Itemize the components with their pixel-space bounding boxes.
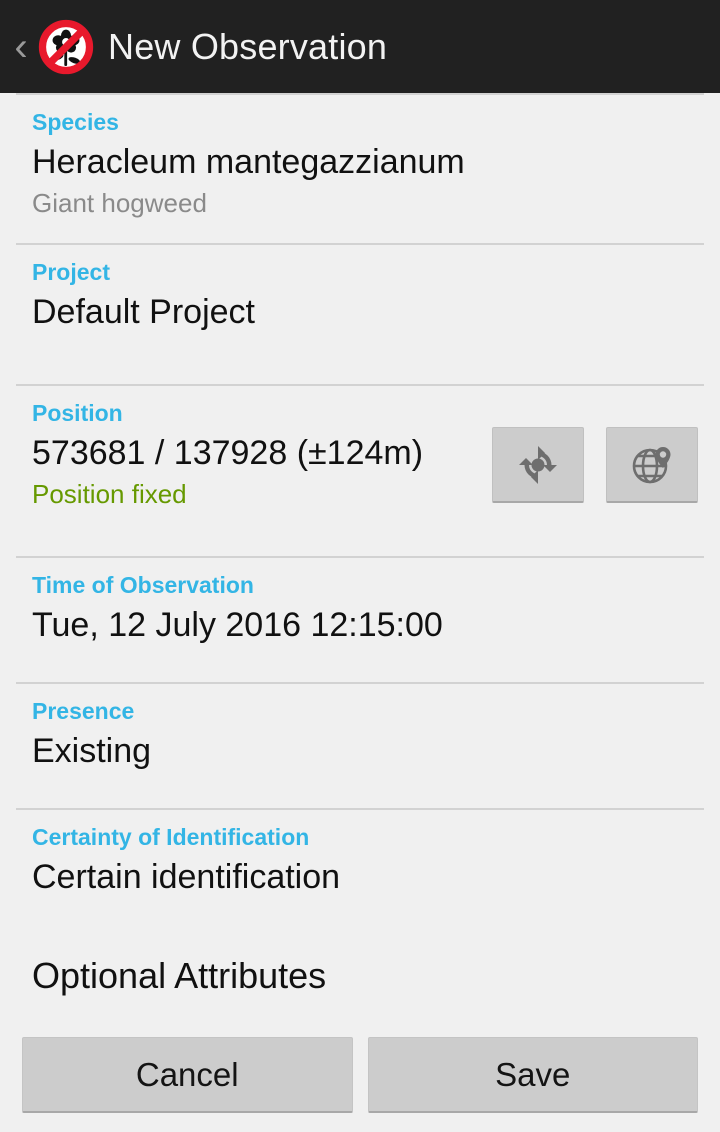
section-certainty[interactable]: Certainty of Identification Certain iden… bbox=[0, 810, 720, 945]
time-label: Time of Observation bbox=[32, 572, 254, 598]
section-time-of-observation[interactable]: Time of Observation Tue, 12 July 2016 12… bbox=[0, 558, 720, 682]
section-species[interactable]: Species Heracleum mantegazzianum Giant h… bbox=[0, 95, 720, 243]
refresh-gps-button[interactable] bbox=[492, 427, 584, 503]
certainty-value: Certain identification bbox=[32, 858, 341, 897]
species-label: Species bbox=[32, 109, 119, 135]
show-on-map-button[interactable] bbox=[606, 427, 698, 503]
species-value: Heracleum mantegazzianum bbox=[32, 143, 465, 182]
optional-attributes-heading: Optional Attributes bbox=[32, 955, 327, 996]
section-position[interactable]: Position 573681 / 137928 (±124m) Positio… bbox=[0, 386, 720, 556]
page-title: New Observation bbox=[108, 25, 388, 67]
cancel-button[interactable]: Cancel bbox=[22, 1037, 353, 1113]
no-invasive-plant-icon bbox=[38, 19, 94, 74]
action-bar: ‹ New Observation bbox=[0, 0, 720, 93]
refresh-gps-icon bbox=[519, 445, 557, 484]
time-value: Tue, 12 July 2016 12:15:00 bbox=[32, 606, 443, 645]
position-label: Position bbox=[32, 400, 123, 426]
globe-pin-icon bbox=[632, 446, 671, 483]
project-label: Project bbox=[32, 259, 110, 285]
section-project[interactable]: Project Default Project bbox=[0, 245, 720, 384]
section-optional-attributes[interactable]: Optional Attributes bbox=[0, 945, 720, 1005]
section-presence[interactable]: Presence Existing bbox=[0, 684, 720, 808]
certainty-label: Certainty of Identification bbox=[32, 824, 310, 850]
observation-form: Species Heracleum mantegazzianum Giant h… bbox=[0, 93, 720, 1132]
position-actions bbox=[492, 427, 698, 503]
presence-label: Presence bbox=[32, 698, 135, 724]
save-button[interactable]: Save bbox=[367, 1037, 698, 1113]
form-button-bar: Cancel Save bbox=[0, 1018, 720, 1132]
species-common-name: Giant hogweed bbox=[32, 188, 207, 219]
back-button[interactable]: ‹ bbox=[6, 0, 36, 93]
project-value: Default Project bbox=[32, 293, 255, 332]
presence-value: Existing bbox=[32, 732, 152, 771]
